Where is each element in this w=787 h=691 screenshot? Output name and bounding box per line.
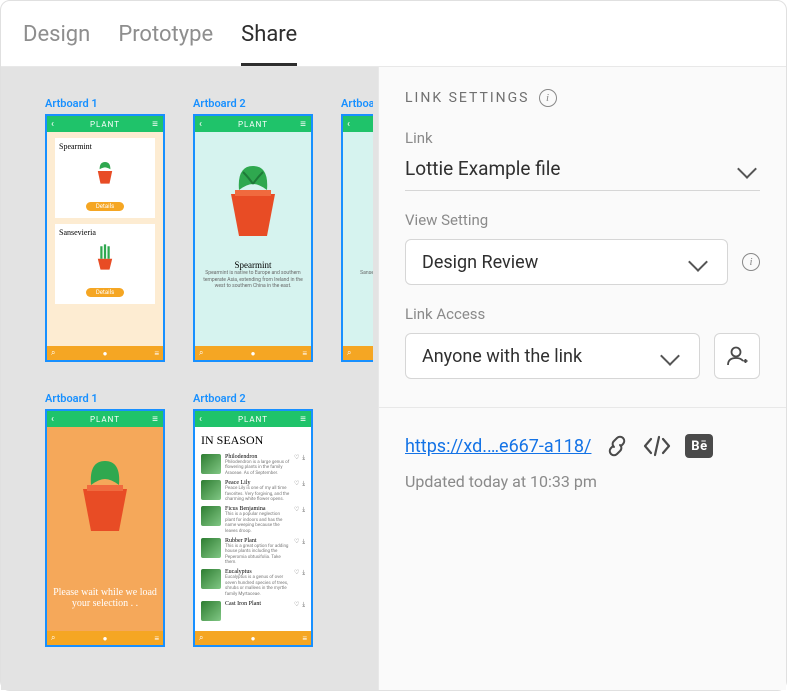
download-icon: ⤓: [302, 454, 305, 462]
plant-thumb-icon: [201, 538, 221, 558]
link-dropdown[interactable]: Lottie Example file: [405, 157, 760, 191]
download-icon: ⤓: [302, 569, 305, 577]
mock-header: ‹ PLANT ≡: [195, 116, 311, 132]
plant-icon: [87, 153, 123, 189]
tab-design[interactable]: Design: [23, 2, 90, 66]
info-icon[interactable]: i: [742, 253, 760, 271]
download-icon: ⤓: [302, 538, 305, 546]
heart-icon: ♡: [294, 454, 299, 462]
mock-footer: ⌕●≡: [47, 631, 163, 645]
mock-header: ‹ PLANT ≡: [47, 116, 163, 132]
heart-icon: ♡: [294, 538, 299, 546]
artboard[interactable]: Artboard 1 ‹ PLANT ≡: [45, 392, 165, 647]
canvas[interactable]: Artboard 1 ‹ PLANT ≡ Spearmint: [1, 67, 378, 690]
plant-thumb-icon: [201, 480, 221, 500]
copy-link-button[interactable]: [605, 434, 629, 458]
plant-icon: [87, 239, 123, 275]
link-label: Link: [405, 129, 760, 147]
heart-icon: ♡: [294, 480, 299, 488]
artboard[interactable]: Artboard 2 ‹ PLANT ≡ IN SEASON Philodend…: [193, 392, 313, 647]
mode-tabs: Design Prototype Share: [1, 1, 786, 67]
list-item: EucalyptusEucalyptus is a genus of over …: [195, 567, 311, 599]
artboard-title: Artboard: [341, 97, 373, 110]
tab-prototype[interactable]: Prototype: [118, 2, 213, 66]
artboard[interactable]: Artboard 1 ‹ PLANT ≡ Spearmint: [45, 97, 165, 362]
download-icon: ⤓: [302, 480, 305, 488]
download-icon: ⤓: [302, 601, 305, 609]
chevron-down-icon: [688, 252, 708, 272]
share-panel: LINK SETTINGS i Link Lottie Example file…: [378, 67, 786, 690]
updated-text: Updated today at 10:33 pm: [405, 472, 760, 491]
chevron-down-icon: [737, 159, 757, 179]
embed-icon: [643, 435, 671, 457]
heart-icon: ♡: [294, 506, 299, 514]
heart-icon: ♡: [294, 569, 299, 577]
behance-icon: Bē: [691, 439, 707, 454]
view-setting-label: View Setting: [405, 211, 760, 229]
plant-large-icon: [63, 445, 147, 545]
plant-thumb-icon: [201, 569, 221, 589]
link-icon: [605, 434, 629, 458]
mock-header: ‹ PLANT ≡: [343, 116, 373, 132]
mock-header: ‹ PLANT ≡: [195, 411, 311, 427]
tab-share[interactable]: Share: [241, 2, 297, 66]
plant-large-icon: [211, 150, 295, 250]
mock-footer: ⌕●≡: [195, 631, 311, 645]
mock-header: ‹ PLANT ≡: [47, 411, 163, 427]
plant-thumb-icon: [201, 601, 221, 621]
list-item: Rubber PlantThis is a great option for a…: [195, 536, 311, 568]
list-item: PhilodendronPhilodendron is a large genu…: [195, 452, 311, 478]
info-icon[interactable]: i: [539, 89, 557, 107]
behance-button[interactable]: Bē: [685, 434, 713, 458]
mock-footer: ⌕●≡: [195, 346, 311, 360]
list-item: Ficus BenjaminaThis is a popular neglect…: [195, 504, 311, 536]
list-item: Cast Iron Plant♡⤓: [195, 599, 311, 623]
artboard[interactable]: Artboard 2 ‹ PLANT ≡: [193, 97, 313, 362]
invite-user-button[interactable]: [714, 333, 760, 379]
artboard-title: Artboard 2: [193, 97, 313, 110]
mock-footer: ⌕●≡: [47, 346, 163, 360]
artboard-title: Artboard 2: [193, 392, 313, 405]
link-access-label: Link Access: [405, 305, 760, 323]
chevron-down-icon: [660, 346, 680, 366]
plant-thumb-icon: [201, 506, 221, 526]
plant-thumb-icon: [201, 454, 221, 474]
list-item: Peace LilyPeace Lily is one of my all ti…: [195, 478, 311, 504]
artboard[interactable]: Artboard ‹ PLANT ≡ S: [341, 97, 373, 362]
artboard-title: Artboard 1: [45, 392, 165, 405]
view-setting-select[interactable]: Design Review: [405, 239, 728, 285]
heart-icon: ♡: [294, 601, 299, 609]
artboard-title: Artboard 1: [45, 97, 165, 110]
share-url-link[interactable]: https://xd.…e667-a118/: [405, 436, 591, 457]
embed-button[interactable]: [643, 435, 671, 457]
user-plus-icon: [725, 344, 749, 368]
panel-header: LINK SETTINGS: [405, 90, 529, 106]
plant-large-icon: [359, 150, 373, 250]
link-access-select[interactable]: Anyone with the link: [405, 333, 700, 379]
download-icon: ⤓: [302, 506, 305, 514]
mock-footer: ⌕●≡: [343, 346, 373, 360]
